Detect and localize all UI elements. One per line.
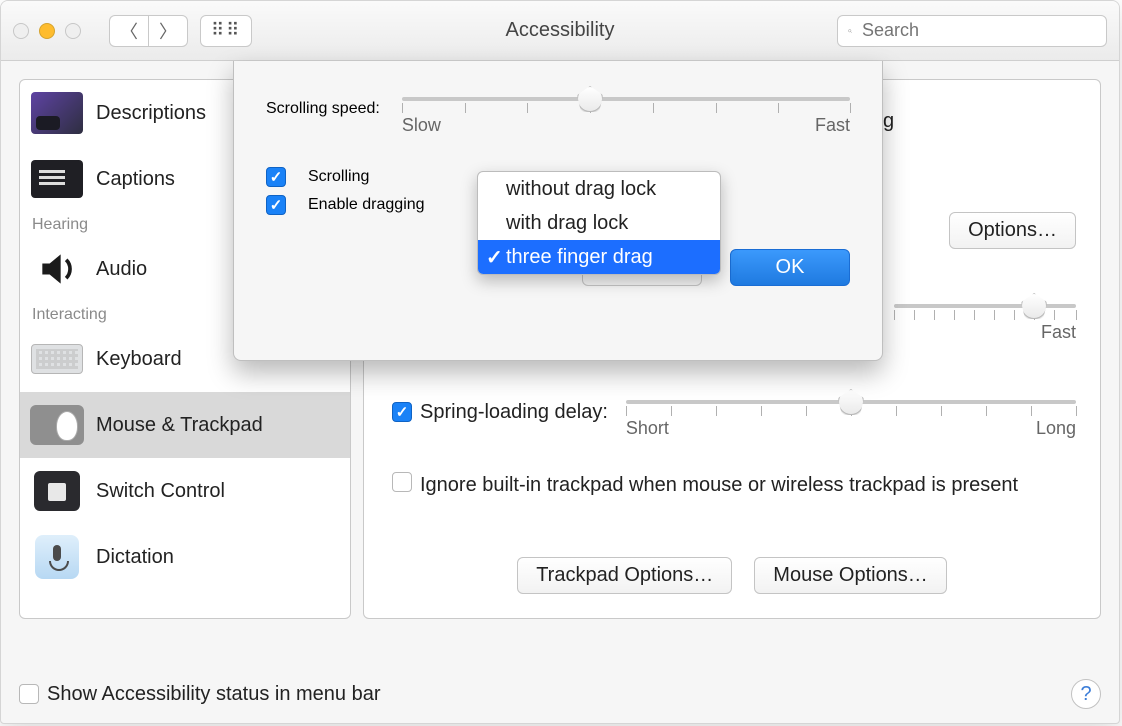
show-status-label: Show Accessibility status in menu bar bbox=[47, 683, 381, 706]
sidebar-item-label: Mouse & Trackpad bbox=[96, 414, 263, 437]
chevron-right-icon: 〉 bbox=[159, 18, 177, 44]
back-button[interactable]: 〈 bbox=[109, 15, 148, 47]
sidebar-item-label: Captions bbox=[96, 168, 175, 191]
slider-label-fast: Fast bbox=[815, 115, 850, 136]
window-controls bbox=[13, 23, 81, 39]
sidebar-item-mouse-trackpad[interactable]: Mouse & Trackpad bbox=[20, 392, 350, 458]
slider-label-short: Short bbox=[626, 418, 669, 439]
help-button[interactable]: ? bbox=[1071, 679, 1101, 709]
audio-icon bbox=[30, 246, 84, 292]
search-icon bbox=[848, 23, 852, 39]
sidebar-item-label: Dictation bbox=[96, 546, 174, 569]
double-click-speed-slider[interactable]: Fast bbox=[894, 296, 1076, 336]
slider-label-long: Long bbox=[1036, 418, 1076, 439]
switch-control-icon bbox=[30, 468, 84, 514]
dropdown-option-without-drag-lock[interactable]: without drag lock bbox=[478, 172, 720, 206]
search-input[interactable] bbox=[860, 19, 1096, 42]
dragging-style-dropdown: without drag lock with drag lock three f… bbox=[477, 171, 721, 275]
keyboard-icon bbox=[30, 336, 84, 382]
slider-label-slow: Slow bbox=[402, 115, 441, 136]
preferences-window: 〈 〉 ⠿⠿ Accessibility Descriptions bbox=[0, 0, 1120, 724]
grid-icon: ⠿⠿ bbox=[211, 22, 241, 40]
zoom-window-button[interactable] bbox=[65, 23, 81, 39]
toolbar: 〈 〉 ⠿⠿ Accessibility bbox=[1, 1, 1119, 61]
ok-button[interactable]: OK bbox=[730, 249, 850, 286]
sidebar-item-label: Keyboard bbox=[96, 348, 182, 371]
descriptions-icon bbox=[30, 90, 84, 136]
scrolling-speed-label: Scrolling speed: bbox=[266, 100, 380, 118]
search-field[interactable] bbox=[837, 15, 1107, 47]
scrolling-checkbox[interactable] bbox=[266, 167, 286, 187]
sidebar-item-dictation[interactable]: Dictation bbox=[20, 524, 350, 590]
options-button[interactable]: Options… bbox=[949, 212, 1076, 249]
enable-dragging-checkbox[interactable] bbox=[266, 195, 286, 215]
close-window-button[interactable] bbox=[13, 23, 29, 39]
spring-loading-row: Spring-loading delay: bbox=[392, 392, 1076, 432]
sidebar-item-label: Switch Control bbox=[96, 480, 225, 503]
sidebar-item-label: Descriptions bbox=[96, 102, 206, 125]
captions-icon bbox=[30, 156, 84, 202]
enable-dragging-label: Enable dragging bbox=[308, 196, 425, 214]
show-status-checkbox[interactable] bbox=[19, 684, 39, 704]
trackpad-options-button[interactable]: Trackpad Options… bbox=[517, 557, 732, 594]
ignore-trackpad-row: Ignore built-in trackpad when mouse or w… bbox=[392, 472, 1076, 499]
sidebar-item-label: Audio bbox=[96, 258, 147, 281]
dictation-icon bbox=[30, 534, 84, 580]
sidebar-item-switch-control[interactable]: Switch Control bbox=[20, 458, 350, 524]
spring-loading-slider[interactable]: Short Long bbox=[626, 392, 1076, 432]
minimize-window-button[interactable] bbox=[39, 23, 55, 39]
ignore-trackpad-label: Ignore built-in trackpad when mouse or w… bbox=[420, 472, 1018, 499]
spring-loading-checkbox[interactable] bbox=[392, 402, 412, 422]
show-all-button[interactable]: ⠿⠿ bbox=[200, 15, 252, 47]
mouse-options-button[interactable]: Mouse Options… bbox=[754, 557, 947, 594]
scrolling-speed-slider[interactable]: Slow Fast bbox=[402, 89, 850, 129]
dropdown-option-with-drag-lock[interactable]: with drag lock bbox=[478, 206, 720, 240]
spring-loading-label: Spring-loading delay: bbox=[420, 401, 608, 424]
ignore-trackpad-checkbox[interactable] bbox=[392, 472, 412, 492]
chevron-left-icon: 〈 bbox=[120, 18, 138, 44]
slider-label-fast: Fast bbox=[1041, 322, 1076, 343]
footer: Show Accessibility status in menu bar ? bbox=[19, 679, 1101, 709]
scrolling-label: Scrolling bbox=[308, 168, 369, 186]
nav-buttons: 〈 〉 bbox=[109, 15, 188, 47]
help-icon: ? bbox=[1080, 683, 1091, 706]
mouse-trackpad-icon bbox=[30, 402, 84, 448]
forward-button[interactable]: 〉 bbox=[148, 15, 188, 47]
dropdown-option-three-finger-drag[interactable]: three finger drag bbox=[478, 240, 720, 274]
